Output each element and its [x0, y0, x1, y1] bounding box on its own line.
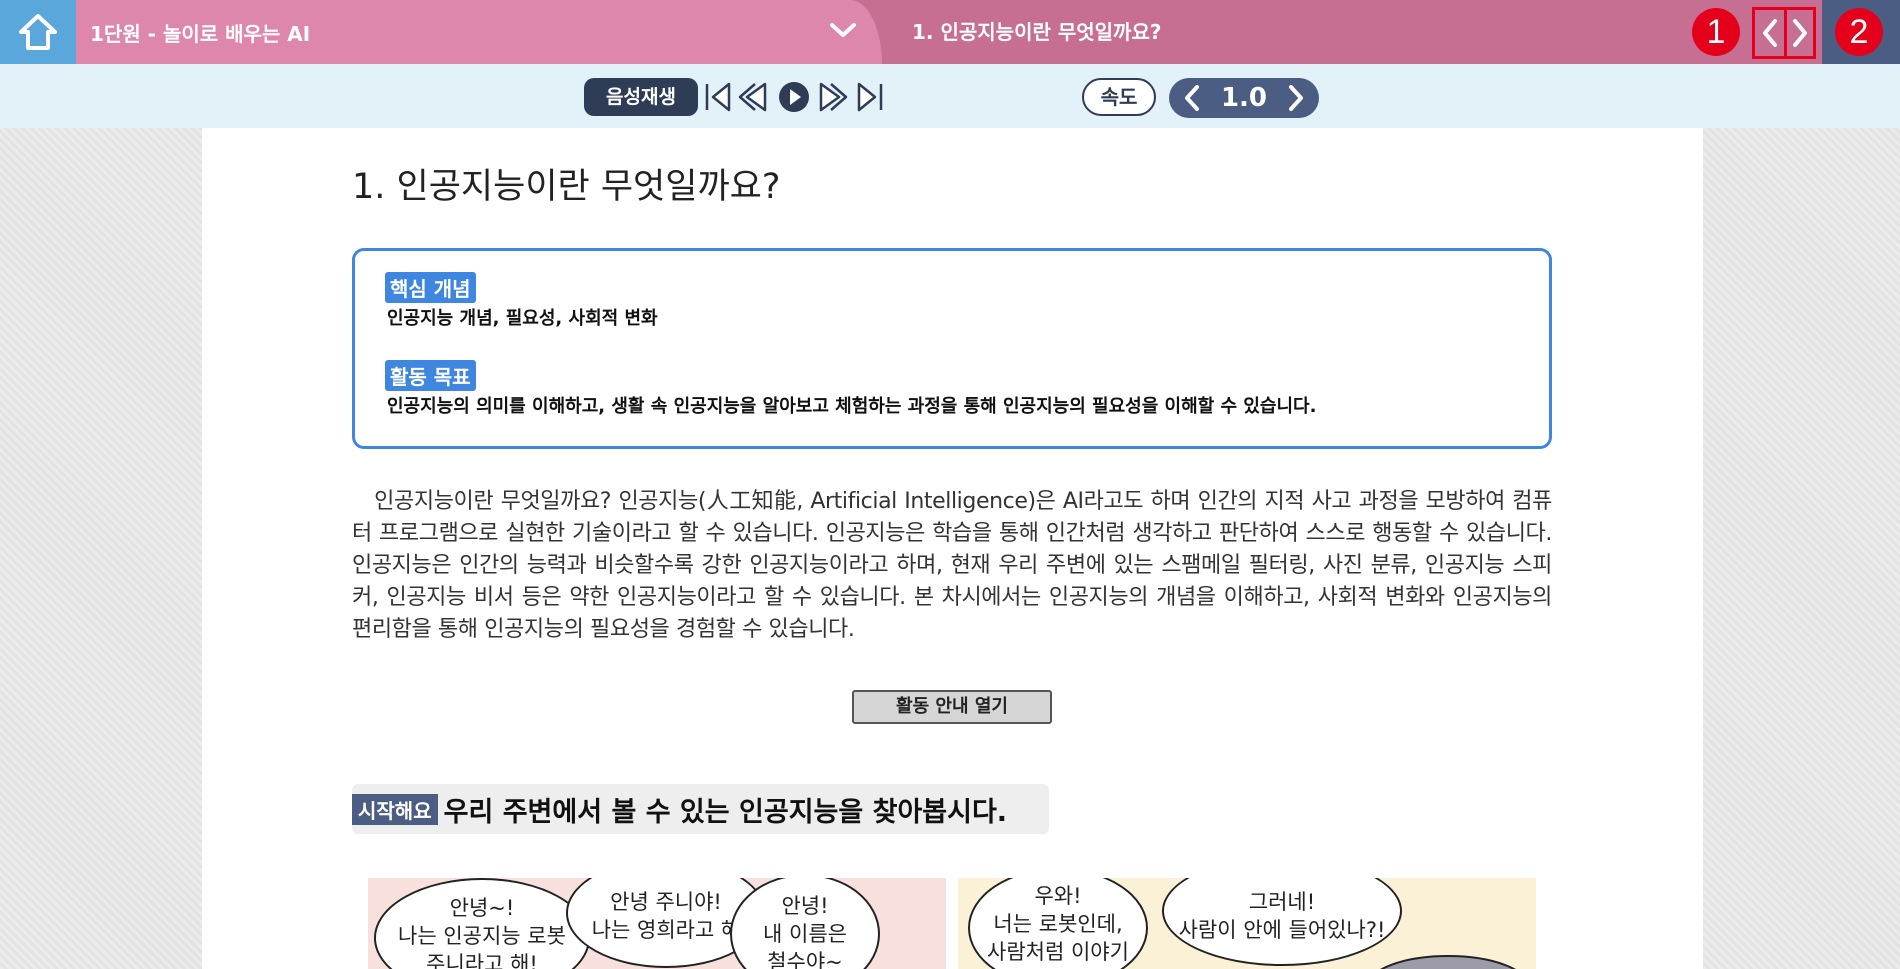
speed-label-button[interactable]: 속도	[1082, 78, 1156, 116]
top-bar: 1단원 - 놀이로 배우는 AI 1. 인공지능이란 무엇일까요? 1 2	[0, 0, 1900, 64]
start-section-heading: 시작해요 우리 주변에서 볼 수 있는 인공지능을 찾아봅시다.	[352, 784, 1049, 834]
unit-title: 1단원 - 놀이로 배우는 AI	[90, 21, 311, 46]
annotation-badge-2: 2	[1835, 8, 1883, 56]
chevron-right-icon	[1793, 19, 1807, 47]
previous-button[interactable]	[736, 80, 772, 114]
chevron-left-icon	[1762, 19, 1777, 47]
skip-last-icon	[857, 82, 883, 112]
background-right	[1703, 128, 1900, 969]
chevron-left-icon	[1185, 85, 1199, 111]
intro-paragraph: 인공지능이란 무엇일까요? 인공지능(人工知能, Artificial Inte…	[352, 486, 1552, 646]
speed-value: 1.0	[1220, 83, 1268, 113]
play-button[interactable]	[776, 80, 812, 114]
skip-first-button[interactable]	[700, 80, 736, 114]
start-title: 우리 주변에서 볼 수 있는 인공지능을 찾아봅시다.	[443, 796, 1008, 828]
speed-control: 1.0	[1169, 78, 1319, 118]
lesson-title: 1. 인공지능이란 무엇일까요?	[912, 20, 1162, 44]
intro-text: 인공지능이란 무엇일까요? 인공지능(人工知能, Artificial Inte…	[352, 489, 1552, 642]
comic-panel-left: 안녕~! 나는 인공지능 로봇 주니라고 해! 안녕 주니야! 나는 영희라고 …	[368, 878, 946, 969]
unit-dropdown[interactable]: 1단원 - 놀이로 배우는 AI	[76, 0, 882, 64]
activity-goal-tag: 활동 목표	[385, 360, 476, 391]
start-tag: 시작해요	[352, 793, 438, 825]
previous-icon	[738, 82, 767, 112]
play-icon	[779, 82, 809, 112]
speech-bubble: 우와! 너는 로봇인데, 사람처럼 이야기	[968, 878, 1148, 969]
next-button[interactable]	[814, 80, 850, 114]
goal-box: 핵심 개념 인공지능 개념, 필요성, 사회적 변화 활동 목표 인공지능의 의…	[352, 248, 1552, 449]
chevron-down-icon	[830, 23, 856, 37]
voice-play-button[interactable]: 음성재생	[584, 78, 698, 116]
core-concept-text: 인공지능 개념, 필요성, 사회적 변화	[387, 308, 658, 329]
activity-goal-text: 인공지능의 의미를 이해하고, 생활 속 인공지능을 알아보고 체험하는 과정을…	[387, 396, 1317, 417]
home-icon	[19, 14, 57, 50]
next-page-button[interactable]	[1784, 10, 1813, 56]
speech-bubble: 안녕~! 나는 인공지능 로봇 주니라고 해!	[374, 878, 590, 969]
chevron-right-icon	[1289, 85, 1303, 111]
background-left	[0, 128, 202, 969]
page-nav-highlight	[1752, 7, 1816, 59]
activity-guide-button[interactable]: 활동 안내 열기	[852, 690, 1052, 724]
page-title: 1. 인공지능이란 무엇일까요?	[352, 167, 781, 207]
audio-bar: 음성재생 속도 1.0	[0, 64, 1900, 128]
comic-panel-right: 우와! 너는 로봇인데, 사람처럼 이야기 그러네! 사람이 안에 들어있나?!	[958, 878, 1536, 969]
skip-last-button[interactable]	[852, 80, 888, 114]
speed-increase-button[interactable]	[1283, 83, 1309, 113]
core-concept-tag: 핵심 개념	[385, 272, 476, 303]
lesson-page: 1. 인공지능이란 무엇일까요? 핵심 개념 인공지능 개념, 필요성, 사회적…	[202, 128, 1703, 969]
speed-decrease-button[interactable]	[1179, 83, 1205, 113]
annotation-badge-1: 1	[1692, 8, 1740, 56]
next-icon	[819, 82, 848, 112]
home-button[interactable]	[0, 0, 76, 64]
comic-character	[1380, 955, 1516, 969]
skip-first-icon	[705, 82, 731, 112]
prev-page-button[interactable]	[1755, 10, 1784, 56]
speech-bubble: 안녕! 내 이름은 철수야~	[730, 878, 880, 969]
